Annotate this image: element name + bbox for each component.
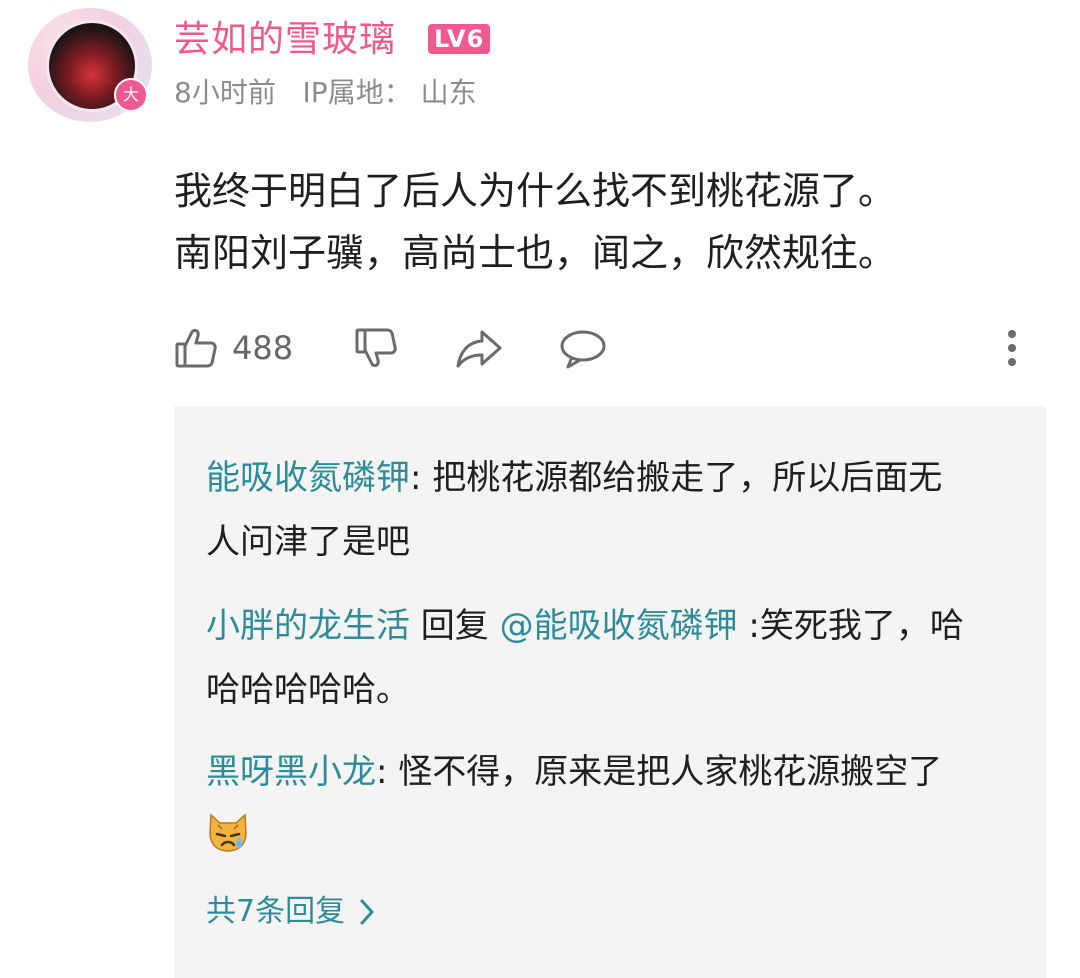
thumbs-up-icon bbox=[175, 328, 217, 368]
reply-item[interactable]: 小胖的龙生活 回复 @能吸收氮磷钾 :笑死我了，哈哈哈哈哈哈。 bbox=[206, 594, 966, 722]
level-badge: LV6 bbox=[428, 24, 491, 54]
more-replies-label: 共7条回复 bbox=[206, 894, 346, 929]
comment-button[interactable] bbox=[558, 318, 608, 378]
like-button[interactable]: 488 bbox=[174, 318, 293, 378]
like-count: 488 bbox=[232, 329, 294, 367]
author-name[interactable]: 芸如的雪玻璃 bbox=[174, 18, 396, 62]
share-button[interactable] bbox=[454, 318, 504, 378]
post-time: 8小时前 bbox=[174, 76, 276, 109]
ip-location: 山东 bbox=[420, 76, 477, 109]
avatar-badge: 大 bbox=[114, 78, 148, 112]
comment-text: 我终于明白了后人为什么找不到桃花源了。 南阳刘子骥，高尚士也，闻之，欣然规往。 bbox=[174, 160, 1054, 284]
comment-line-2: 南阳刘子骥，高尚士也，闻之，欣然规往。 bbox=[174, 231, 897, 275]
view-all-replies-link[interactable]: 共7条回复 bbox=[206, 892, 375, 932]
more-options-button[interactable] bbox=[1006, 318, 1018, 378]
avatar-frame[interactable]: 大 bbox=[28, 8, 152, 122]
reply-username[interactable]: 小胖的龙生活 bbox=[206, 606, 410, 646]
comment-icon bbox=[560, 330, 606, 369]
crying-cat-icon bbox=[209, 813, 247, 852]
dislike-button[interactable] bbox=[354, 318, 398, 378]
comment-page: 大 芸如的雪玻璃 LV6 8小时前 IP属地： 山东 我终于明白了后人为什么找不… bbox=[0, 0, 1080, 978]
post-meta: 8小时前 IP属地： 山东 bbox=[174, 74, 477, 112]
reply-text: : 怪不得，原来是把人家桃花源搬空了 bbox=[376, 752, 943, 792]
comment-line-1: 我终于明白了后人为什么找不到桃花源了。 bbox=[174, 169, 897, 213]
more-dots-icon bbox=[1008, 330, 1016, 366]
action-bar: 488 bbox=[174, 318, 1044, 378]
reply-word: 回复 bbox=[410, 606, 500, 646]
reply-username[interactable]: 能吸收氮磷钾 bbox=[206, 458, 410, 498]
thumbs-down-icon bbox=[355, 328, 397, 368]
reply-item[interactable]: 黑呀黑小龙: 怪不得，原来是把人家桃花源搬空了 bbox=[206, 740, 966, 868]
chevron-right-icon bbox=[360, 899, 374, 925]
reply-item[interactable]: 能吸收氮磷钾: 把桃花源都给搬走了，所以后面无人问津了是吧 bbox=[206, 446, 966, 574]
reply-mention[interactable]: @能吸收氮磷钾 bbox=[500, 606, 738, 646]
share-icon bbox=[456, 330, 502, 368]
ip-label: IP属地： bbox=[302, 76, 412, 109]
reply-panel: 能吸收氮磷钾: 把桃花源都给搬走了，所以后面无人问津了是吧 小胖的龙生活 回复 … bbox=[174, 406, 1046, 978]
reply-username[interactable]: 黑呀黑小龙 bbox=[206, 752, 376, 792]
